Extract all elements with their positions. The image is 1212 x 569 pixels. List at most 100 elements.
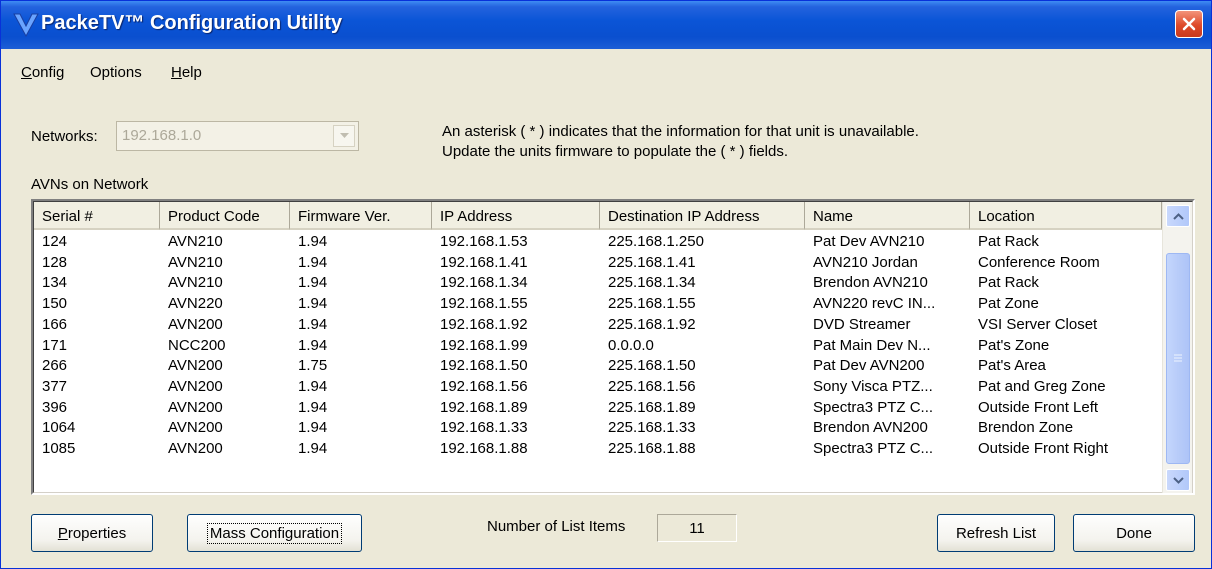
table-cell: Pat and Greg Zone xyxy=(978,377,1106,395)
packetv-logo-icon xyxy=(13,13,39,38)
table-cell: VSI Server Closet xyxy=(978,315,1098,333)
chevron-down-icon xyxy=(339,133,349,138)
table-row[interactable]: 396 AVN200 1.94 192.168.1.89 225.168.1.89 Spe… xyxy=(34,398,1162,418)
column-header[interactable]: Name xyxy=(805,202,970,230)
table-cell: 225.168.1.92 xyxy=(608,315,696,333)
table-cell: 192.168.1.41 xyxy=(440,253,528,271)
table-cell: Brendon AVN200 xyxy=(813,419,928,437)
column-header[interactable]: Destination IP Address xyxy=(600,202,805,230)
table-cell: 192.168.1.53 xyxy=(440,233,528,250)
table-cell: 1.94 xyxy=(298,315,328,333)
scroll-down-icon xyxy=(1172,476,1184,484)
table-row[interactable]: 124 AVN210 1.94 192.168.1.53 225.168.1.250 Pa… xyxy=(34,232,1162,252)
table-row[interactable]: 171 NCC200 1.94 192.168.1.99 0.0.0.0 Pat Main… xyxy=(34,336,1162,356)
column-header[interactable]: Product Code xyxy=(160,202,290,230)
table-cell: DVD Streamer xyxy=(813,315,911,333)
table-cell: 266 xyxy=(42,357,68,375)
table-cell: Pat's Area xyxy=(978,357,1046,375)
table-row[interactable]: 266 AVN200 1.75 192.168.1.50 225.168.1.50 Pat… xyxy=(34,356,1162,376)
vertical-scrollbar[interactable] xyxy=(1162,202,1192,493)
table-row[interactable]: 1085 AVN200 1.94 192.168.1.88 225.168.1.88 Sp… xyxy=(34,439,1162,459)
table-cell: 225.168.1.250 xyxy=(608,233,704,250)
table-cell: 225.168.1.50 xyxy=(608,357,696,375)
table-cell: NCC200 xyxy=(168,336,226,354)
table-row[interactable]: 377 AVN200 1.94 192.168.1.56 225.168.1.56 Son… xyxy=(34,377,1162,397)
scroll-down-button[interactable] xyxy=(1166,469,1190,491)
table-cell: Outside Front Left xyxy=(978,398,1099,416)
table-cell: Outside Front Right xyxy=(978,440,1109,457)
scroll-up-icon xyxy=(1172,212,1184,220)
table-cell: 192.168.1.89 xyxy=(440,398,528,416)
column-header[interactable]: Location xyxy=(970,202,1162,230)
table-cell: 1.94 xyxy=(298,398,328,416)
table-cell: 1.94 xyxy=(298,233,328,250)
table-cell: AVN220 xyxy=(168,295,223,313)
table-cell: 134 xyxy=(42,274,68,292)
menu-config[interactable]: Config xyxy=(21,64,64,81)
scroll-thumb[interactable] xyxy=(1166,253,1190,464)
table-cell: Spectra3 PTZ C... xyxy=(813,398,934,416)
table-row[interactable]: 166 AVN200 1.94 192.168.1.92 225.168.1.92 DVD… xyxy=(34,315,1162,335)
column-header[interactable]: Serial # xyxy=(34,202,160,230)
refresh-list-button[interactable]: Refresh List xyxy=(937,514,1055,552)
dropdown-button[interactable] xyxy=(333,125,355,147)
table-cell: Pat Rack xyxy=(978,274,1039,292)
table-cell: 150 xyxy=(42,295,68,313)
column-header[interactable]: Firmware Ver. xyxy=(290,202,432,230)
table-cell: 1.94 xyxy=(298,253,328,271)
table-cell: 192.168.1.56 xyxy=(440,377,528,395)
table-cell: 225.168.1.56 xyxy=(608,377,696,395)
table-cell: 225.168.1.89 xyxy=(608,398,696,416)
table-cell: 1085 xyxy=(42,440,76,457)
table-cell: 0.0.0.0 xyxy=(608,336,654,354)
table-cell: 1.75 xyxy=(298,357,328,375)
column-header[interactable]: IP Address xyxy=(432,202,600,230)
table-cell: Pat Dev AVN200 xyxy=(813,357,925,375)
table-cell: Conference Room xyxy=(978,253,1100,271)
table-cell: AVN220 revC IN... xyxy=(813,295,936,313)
done-button[interactable]: Done xyxy=(1073,514,1195,552)
list-count-label: Number of List Items xyxy=(487,518,626,535)
close-button[interactable] xyxy=(1175,10,1203,38)
table-row[interactable]: 1064 AVN200 1.94 192.168.1.33 225.168.1.33 Br… xyxy=(34,418,1162,438)
table-cell: 171 xyxy=(42,336,68,354)
networks-label: Networks: xyxy=(31,128,98,145)
table-cell: 192.168.1.88 xyxy=(440,440,528,457)
table-cell: 225.168.1.41 xyxy=(608,253,696,271)
table-cell: AVN200 xyxy=(168,315,223,333)
table-cell: AVN210 xyxy=(168,253,223,271)
list-caption: AVNs on Network xyxy=(31,176,149,193)
menu-options[interactable]: Options xyxy=(90,64,142,81)
networks-value: 192.168.1.0 xyxy=(122,127,202,144)
table-row[interactable]: 134 AVN210 1.94 192.168.1.34 225.168.1.34 Bre… xyxy=(34,273,1162,293)
table-cell: AVN200 xyxy=(168,398,223,416)
table-cell: AVN210 Jordan xyxy=(813,253,918,271)
table-cell: 1064 xyxy=(42,419,76,437)
table-cell: 192.168.1.99 xyxy=(440,336,528,354)
table-cell: 128 xyxy=(42,253,68,271)
mass-configuration-button[interactable]: Mass Configuration xyxy=(187,514,362,552)
table-cell: 1.94 xyxy=(298,377,328,395)
table-cell: 192.168.1.33 xyxy=(440,419,528,437)
table-cell: Pat Zone xyxy=(978,295,1039,313)
avn-list-frame: Serial # Product Code Firmware Ver. IP Addr… xyxy=(33,201,1193,493)
table-cell: 1.94 xyxy=(298,295,328,313)
table-cell: Brendon AVN210 xyxy=(813,274,928,292)
title-bar[interactable]: PackeTV™ Configuration Utility xyxy=(1,1,1211,49)
grip-icon xyxy=(1174,354,1182,362)
table-cell: AVN200 xyxy=(168,377,223,395)
scroll-up-button[interactable] xyxy=(1166,205,1190,227)
menu-bar: Config Options Help xyxy=(1,50,1211,86)
table-cell: 225.168.1.88 xyxy=(608,440,696,457)
table-row[interactable]: 128 AVN210 1.94 192.168.1.41 225.168.1.41 AVN… xyxy=(34,253,1162,273)
table-row[interactable]: 150 AVN220 1.94 192.168.1.55 225.168.1.55 AVN… xyxy=(34,294,1162,314)
networks-dropdown[interactable]: 192.168.1.0 xyxy=(116,121,359,151)
table-cell: 166 xyxy=(42,315,68,333)
table-cell: 1.94 xyxy=(298,440,328,457)
list-header: Serial # Product Code Firmware Ver. IP Addr… xyxy=(34,202,1162,230)
table-cell: 1.94 xyxy=(298,336,328,354)
properties-button[interactable]: Properties xyxy=(31,514,153,552)
avn-list[interactable]: Serial # Product Code Firmware Ver. IP Addr… xyxy=(31,199,1195,495)
config-utility-window: PackeTV™ Configuration Utility Config Op… xyxy=(0,0,1212,569)
menu-help[interactable]: Help xyxy=(171,64,202,81)
